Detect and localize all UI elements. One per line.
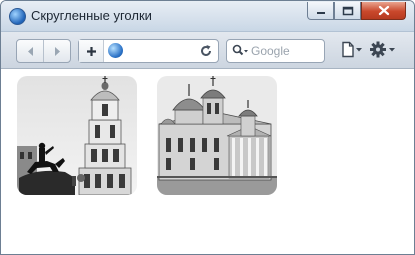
close-button[interactable] bbox=[361, 2, 406, 20]
close-icon bbox=[378, 5, 389, 16]
minimize-button[interactable] bbox=[307, 2, 334, 20]
cathedral-bell-tower-photo bbox=[17, 76, 137, 195]
add-tab-icon bbox=[86, 46, 96, 56]
browser-toolbar bbox=[1, 32, 414, 69]
maximize-icon bbox=[342, 6, 353, 15]
back-button[interactable] bbox=[17, 40, 43, 62]
address-bar[interactable] bbox=[78, 39, 219, 63]
add-tab-button[interactable] bbox=[79, 40, 104, 62]
window-title: Скругленные уголки bbox=[31, 8, 152, 23]
settings-button[interactable] bbox=[370, 41, 396, 58]
minimize-icon bbox=[316, 11, 325, 14]
page-menu-button[interactable] bbox=[341, 41, 363, 58]
globe-icon bbox=[108, 43, 123, 58]
window-controls bbox=[307, 2, 406, 20]
navigation-buttons bbox=[16, 39, 71, 63]
forward-icon bbox=[54, 46, 60, 56]
back-icon bbox=[27, 46, 33, 56]
forward-button[interactable] bbox=[43, 40, 70, 62]
url-input[interactable] bbox=[127, 42, 187, 58]
settings-gear-icon bbox=[370, 41, 395, 58]
reload-icon[interactable] bbox=[199, 44, 213, 58]
page-menu-icon bbox=[342, 41, 362, 58]
search-bar[interactable] bbox=[226, 39, 325, 63]
page-content bbox=[1, 69, 414, 254]
browser-window: Скругленные уголки bbox=[0, 0, 415, 255]
browser-globe-icon bbox=[9, 8, 26, 25]
maximize-button[interactable] bbox=[334, 2, 361, 20]
church-domes-photo bbox=[157, 76, 277, 195]
search-input[interactable] bbox=[251, 43, 321, 58]
search-icon bbox=[232, 44, 248, 56]
title-bar: Скругленные уголки bbox=[1, 1, 414, 32]
